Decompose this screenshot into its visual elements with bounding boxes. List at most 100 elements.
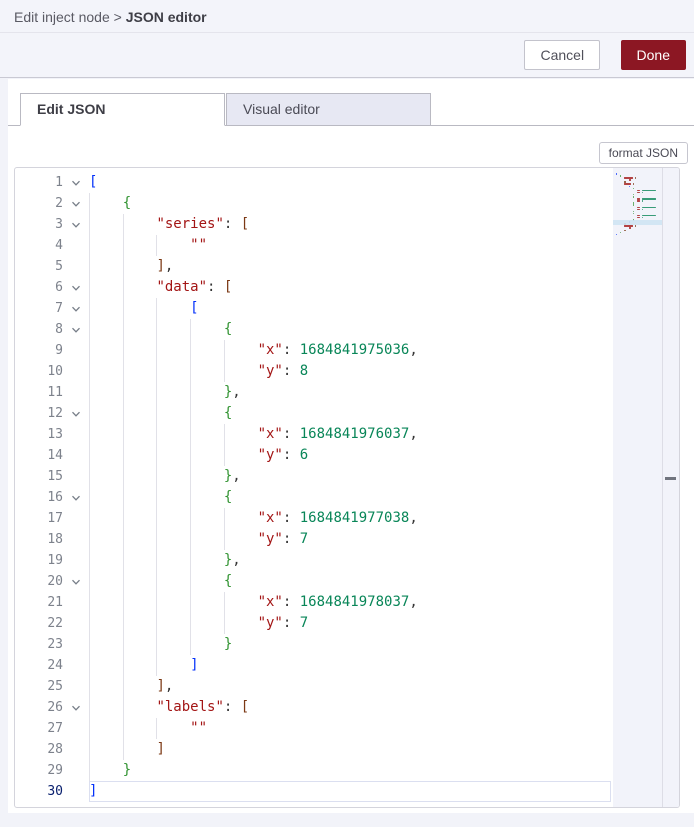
- code-line[interactable]: 6 "data": [: [15, 277, 679, 298]
- code-area[interactable]: 1[2 {3 "series": [4 ""5 ],6 "data": [7 […: [15, 168, 679, 802]
- fold-chevron-icon[interactable]: [63, 298, 89, 319]
- code-line[interactable]: 28 ]: [15, 739, 679, 760]
- format-json-button[interactable]: format JSON: [599, 142, 688, 164]
- line-content[interactable]: {: [89, 193, 611, 214]
- code-line[interactable]: 27 "": [15, 718, 679, 739]
- indent-guide: [123, 634, 124, 655]
- line-content[interactable]: [: [89, 172, 611, 193]
- fold-chevron-icon[interactable]: [63, 319, 89, 340]
- code-line[interactable]: 9 "x": 1684841975036,: [15, 340, 679, 361]
- line-content[interactable]: "data": [: [89, 277, 611, 298]
- minimap[interactable]: [613, 168, 679, 807]
- dialog-button-bar: Cancel Done: [0, 33, 694, 78]
- code-line[interactable]: 10 "y": 8: [15, 361, 679, 382]
- code-line[interactable]: 30]: [15, 781, 679, 802]
- line-content[interactable]: "x": 1684841978037,: [89, 592, 611, 613]
- code-line[interactable]: 1[: [15, 172, 679, 193]
- indent-guide: [89, 445, 90, 466]
- token-num: 8: [300, 363, 308, 379]
- tab-visual-editor[interactable]: Visual editor: [226, 93, 431, 126]
- done-button[interactable]: Done: [621, 40, 686, 70]
- line-content[interactable]: "y": 7: [89, 529, 611, 550]
- line-content[interactable]: "y": 7: [89, 613, 611, 634]
- indent-guide: [156, 235, 157, 256]
- line-content[interactable]: "x": 1684841976037,: [89, 424, 611, 445]
- line-content[interactable]: {: [89, 487, 611, 508]
- code-line[interactable]: 4 "": [15, 235, 679, 256]
- line-content[interactable]: "": [89, 718, 611, 739]
- code-line[interactable]: 5 ],: [15, 256, 679, 277]
- fold-gutter: [63, 781, 89, 802]
- line-content[interactable]: }: [89, 634, 611, 655]
- tab-edit-json[interactable]: Edit JSON: [20, 93, 225, 126]
- line-content[interactable]: "x": 1684841977038,: [89, 508, 611, 529]
- code-line[interactable]: 25 ],: [15, 676, 679, 697]
- line-content[interactable]: [: [89, 298, 611, 319]
- code-line[interactable]: 19 },: [15, 550, 679, 571]
- fold-chevron-icon[interactable]: [63, 403, 89, 424]
- code-line[interactable]: 22 "y": 7: [15, 613, 679, 634]
- fold-chevron-icon[interactable]: [63, 277, 89, 298]
- json-code-editor[interactable]: 1[2 {3 "series": [4 ""5 ],6 "data": [7 […: [14, 167, 680, 808]
- line-content[interactable]: ],: [89, 676, 611, 697]
- fold-gutter: [63, 592, 89, 613]
- code-line[interactable]: 2 {: [15, 193, 679, 214]
- code-line[interactable]: 21 "x": 1684841978037,: [15, 592, 679, 613]
- line-number: 30: [15, 781, 63, 802]
- line-content[interactable]: {: [89, 571, 611, 592]
- token-pun: ,: [409, 594, 417, 610]
- fold-chevron-icon[interactable]: [63, 214, 89, 235]
- fold-chevron-icon[interactable]: [63, 487, 89, 508]
- token-b1: [: [89, 174, 97, 190]
- line-content[interactable]: ]: [89, 655, 611, 676]
- line-content[interactable]: "y": 8: [89, 361, 611, 382]
- line-content[interactable]: ]: [89, 781, 611, 802]
- line-content[interactable]: },: [89, 466, 611, 487]
- breadcrumb-parent: Edit inject node: [14, 9, 110, 25]
- line-content[interactable]: "series": [: [89, 214, 611, 235]
- code-line[interactable]: 18 "y": 7: [15, 529, 679, 550]
- code-line[interactable]: 29 }: [15, 760, 679, 781]
- indent-guide: [190, 403, 191, 424]
- line-content[interactable]: "x": 1684841975036,: [89, 340, 611, 361]
- code-line[interactable]: 14 "y": 6: [15, 445, 679, 466]
- code-line[interactable]: 12 {: [15, 403, 679, 424]
- code-line[interactable]: 26 "labels": [: [15, 697, 679, 718]
- code-line[interactable]: 20 {: [15, 571, 679, 592]
- code-line[interactable]: 3 "series": [: [15, 214, 679, 235]
- token-b2: {: [224, 405, 232, 421]
- fold-chevron-icon[interactable]: [63, 172, 89, 193]
- cancel-button[interactable]: Cancel: [524, 40, 600, 70]
- code-line[interactable]: 17 "x": 1684841977038,: [15, 508, 679, 529]
- code-line[interactable]: 24 ]: [15, 655, 679, 676]
- indent-guide: [89, 403, 90, 424]
- code-line[interactable]: 23 }: [15, 634, 679, 655]
- indent-guide: [156, 529, 157, 550]
- line-content[interactable]: },: [89, 550, 611, 571]
- line-content[interactable]: "": [89, 235, 611, 256]
- line-content[interactable]: ],: [89, 256, 611, 277]
- fold-chevron-icon[interactable]: [63, 697, 89, 718]
- code-line[interactable]: 13 "x": 1684841976037,: [15, 424, 679, 445]
- code-line[interactable]: 15 },: [15, 466, 679, 487]
- code-line[interactable]: 11 },: [15, 382, 679, 403]
- code-line[interactable]: 8 {: [15, 319, 679, 340]
- fold-chevron-icon[interactable]: [63, 571, 89, 592]
- line-number: 5: [15, 256, 63, 277]
- line-content[interactable]: {: [89, 403, 611, 424]
- indent-guide: [156, 718, 157, 739]
- token-pun: :: [207, 279, 224, 295]
- line-content[interactable]: "y": 6: [89, 445, 611, 466]
- line-content[interactable]: "labels": [: [89, 697, 611, 718]
- code-line[interactable]: 16 {: [15, 487, 679, 508]
- token-pun: ,: [165, 258, 173, 274]
- line-number: 22: [15, 613, 63, 634]
- code-line[interactable]: 7 [: [15, 298, 679, 319]
- indent-guide: [89, 235, 90, 256]
- line-content[interactable]: }: [89, 760, 611, 781]
- fold-chevron-icon[interactable]: [63, 193, 89, 214]
- line-content[interactable]: {: [89, 319, 611, 340]
- token-b2: {: [224, 321, 232, 337]
- line-content[interactable]: ]: [89, 739, 611, 760]
- line-content[interactable]: },: [89, 382, 611, 403]
